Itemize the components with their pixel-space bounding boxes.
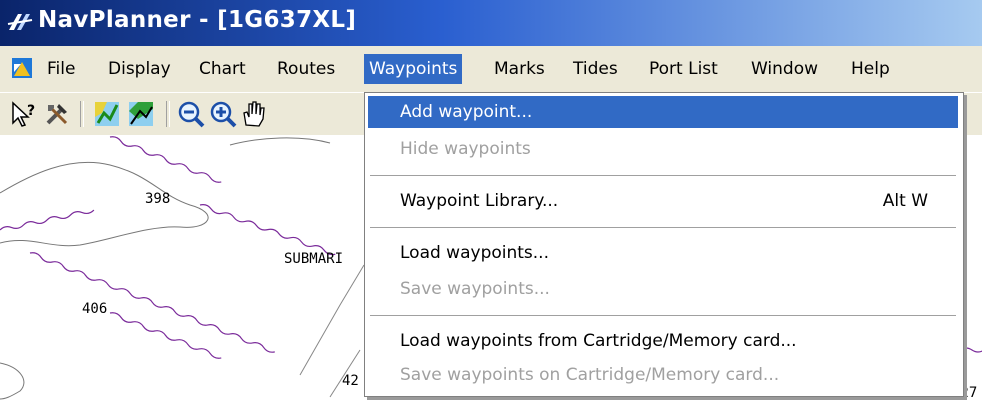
menu-waypoint-library[interactable]: Waypoint Library... Alt W [368,185,958,217]
menu-chart[interactable]: Chart [194,54,251,84]
menu-separator [370,315,956,317]
menu-display[interactable]: Display [103,54,176,84]
tools-icon[interactable] [42,99,72,129]
menu-port-list[interactable]: Port List [644,54,723,84]
menu-load-waypoints[interactable]: Load waypoints... [368,237,958,269]
cable-label: SUBMARI [284,251,344,267]
menu-help[interactable]: Help [846,54,895,84]
depth-label: 398 [145,191,171,207]
menu-separator [370,175,956,177]
menu-load-waypoints-card[interactable]: Load waypoints from Cartridge/Memory car… [368,325,958,357]
zoom-in-icon[interactable] [208,99,238,129]
depth-label: 42 [342,373,359,389]
waypoints-dropdown-menu: Add waypoint... Hide waypoints Waypoint … [364,92,964,397]
window-title: NavPlanner - [1G637XL] [38,7,357,33]
menu-hide-waypoints[interactable]: Hide waypoints [368,133,958,165]
title-bar[interactable]: NavPlanner - [1G637XL] [0,0,982,46]
svg-text:?: ? [27,103,35,119]
toolbar-separator [166,101,170,127]
menu-routes[interactable]: Routes [272,54,340,84]
menu-item-label: Save waypoints... [400,279,550,299]
app-logo-icon [7,14,33,30]
menu-add-waypoint[interactable]: Add waypoint... [368,96,958,128]
menu-item-label: Add waypoint... [400,102,533,122]
toolbar-separator [80,101,84,127]
zoom-out-icon[interactable] [176,99,206,129]
menu-waypoints[interactable]: Waypoints [364,54,463,84]
menu-tides[interactable]: Tides [568,54,623,84]
menu-file[interactable]: File [42,54,80,84]
menu-bar: File Display Chart Routes Waypoints Mark… [0,46,982,92]
route-icon[interactable] [92,99,122,129]
depth-label: 406 [82,301,108,317]
help-pointer-icon[interactable]: ? [8,99,38,129]
document-icon[interactable] [10,56,34,80]
menu-item-label: Hide waypoints [400,139,531,159]
menu-window[interactable]: Window [746,54,823,84]
menu-item-label: Load waypoints... [400,243,549,263]
menu-marks[interactable]: Marks [489,54,550,84]
menu-item-label: Waypoint Library... [400,191,559,211]
pan-hand-icon[interactable] [238,99,268,129]
menu-separator [370,227,956,229]
route-edit-icon[interactable] [126,99,156,129]
menu-item-label: Save waypoints on Cartridge/Memory card.… [400,365,780,385]
menu-shortcut: Alt W [882,191,928,211]
menu-save-waypoints[interactable]: Save waypoints... [368,273,958,305]
menu-item-label: Load waypoints from Cartridge/Memory car… [400,331,797,351]
menu-save-waypoints-card[interactable]: Save waypoints on Cartridge/Memory card.… [368,359,958,391]
